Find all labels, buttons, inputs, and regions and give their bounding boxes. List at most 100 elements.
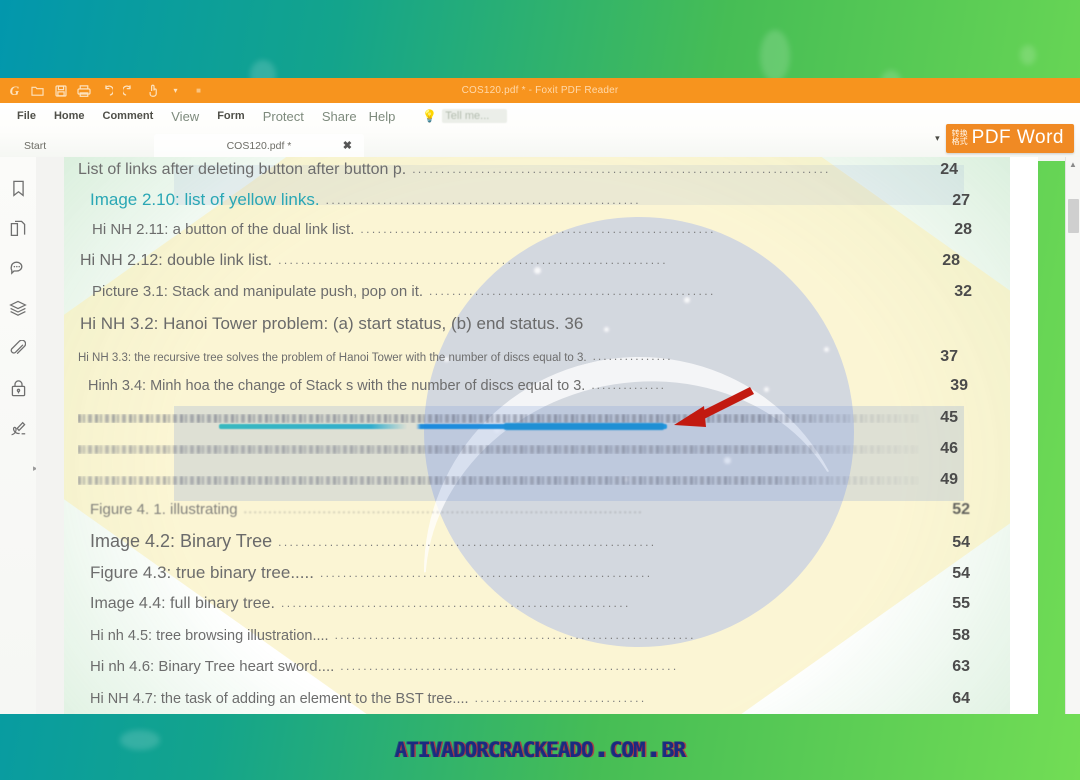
toc-page-number: 27 xyxy=(952,192,970,209)
toc-leader-dots: ........................................… xyxy=(360,222,716,236)
toc-row[interactable]: List of links after deleting button afte… xyxy=(78,161,958,179)
convert-pdf-to-word-button[interactable]: 转换 格式 PDF Word xyxy=(945,124,1074,153)
badge-label: PDF Word xyxy=(971,127,1064,148)
toc-page-number: 28 xyxy=(954,221,972,238)
toc-entry-label: Image 2.10: list of yellow links. xyxy=(90,190,320,209)
comments-icon[interactable] xyxy=(6,256,30,280)
menu-item-view[interactable]: View xyxy=(162,107,208,126)
toc-page-number: 37 xyxy=(940,348,958,365)
document-tab-strip: Start COS120.pdf * ✖ xyxy=(0,129,1080,157)
toc-page-number: 32 xyxy=(954,283,972,300)
toc-row[interactable]: Hi NH 3.2: Hanoi Tower problem: (a) star… xyxy=(80,314,960,334)
scroll-up-arrow-icon[interactable]: ▲ xyxy=(1069,160,1077,169)
bookmarks-icon[interactable] xyxy=(6,176,30,200)
toc-row[interactable]: Hi nh 4.5: tree browsing illustration...… xyxy=(90,627,970,645)
toc-row[interactable]: Hi NH 2.12: double link list. ..........… xyxy=(80,252,960,270)
toc-entry-label: Hi NH 2.11: a button of the dual link li… xyxy=(92,221,355,238)
menu-item-protect[interactable]: Protect xyxy=(254,107,313,126)
toc-page-number: 28 xyxy=(942,252,960,269)
toc-leader-dots: ........................................… xyxy=(278,535,657,549)
tell-me-search[interactable]: 💡 Tell me... xyxy=(422,109,508,123)
toc-leader-dots: ........................................… xyxy=(278,253,669,267)
toc-page-number: 52 xyxy=(952,501,970,518)
redo-icon[interactable] xyxy=(119,81,140,101)
tab-overflow-caret-icon[interactable]: ▾ xyxy=(935,133,940,144)
toc-row[interactable]: Hi NH 4.7: the task of adding an element… xyxy=(90,690,970,708)
toc-row[interactable]: Image 4.4: full binary tree. ...........… xyxy=(90,595,970,613)
attachments-icon[interactable] xyxy=(6,336,30,360)
quick-access-more-icon[interactable]: ■ xyxy=(188,81,209,101)
toc-leader-dots: ............... xyxy=(592,349,673,363)
toc-page-number: 64 xyxy=(952,690,970,707)
toc-leader-dots: ........................................… xyxy=(429,284,716,298)
toc-row[interactable]: Picture 3.1: Stack and manipulate push, … xyxy=(92,283,972,301)
toc-entry-label: Hi nh 4.6: Binary Tree heart sword.... xyxy=(90,658,335,675)
toc-row[interactable]: 46 xyxy=(78,440,958,458)
tell-me-placeholder: Tell me... xyxy=(442,109,508,123)
toc-leader-dots: ........................................… xyxy=(412,162,831,176)
watermark-text: ativadorcrackeado.com.br xyxy=(394,729,686,765)
pdf-page: List of links after deleting button afte… xyxy=(64,157,1010,714)
toc-row[interactable]: Hi NH 2.11: a button of the dual link li… xyxy=(92,221,972,239)
toc-page-number: 55 xyxy=(952,595,970,612)
toc-entry-label: Figure 4.3: true binary tree..... xyxy=(90,563,314,582)
open-file-icon[interactable] xyxy=(27,81,48,101)
red-arrow-annotation xyxy=(660,385,756,438)
scrollbar-thumb[interactable] xyxy=(1068,199,1079,233)
toc-page-number: 63 xyxy=(952,658,970,675)
toc-row[interactable]: Figure 4. 1. illustrating ..............… xyxy=(90,501,970,519)
save-icon[interactable] xyxy=(50,81,71,101)
illegible-text xyxy=(78,475,920,485)
toc-row[interactable]: 49 xyxy=(78,471,958,489)
vertical-scrollbar[interactable]: ▲ xyxy=(1065,157,1080,714)
illegible-text xyxy=(78,413,920,423)
signatures-icon[interactable] xyxy=(6,416,30,440)
layers-icon[interactable] xyxy=(6,296,30,320)
menu-item-file[interactable]: File xyxy=(8,108,45,124)
toc-entry-label: List of links after deleting button afte… xyxy=(78,161,407,178)
lightbulb-icon: 💡 xyxy=(422,109,438,123)
document-view[interactable]: List of links after deleting button afte… xyxy=(36,157,1038,714)
title-bar: G ▾ ■ COS120.pdf * - Foxit PDF Reader xyxy=(0,78,1080,103)
toc-page-number: 54 xyxy=(952,565,970,582)
toc-row[interactable]: Hi nh 4.6: Binary Tree heart sword.... .… xyxy=(90,658,970,676)
touch-mode-icon[interactable] xyxy=(142,81,163,101)
tab-strip-right-controls: ▾ 转换 格式 PDF Word xyxy=(935,124,1074,153)
toc-entry-label: Hi NH 4.7: the task of adding an element… xyxy=(90,691,469,707)
menu-item-home[interactable]: Home xyxy=(45,108,94,124)
menu-item-form[interactable]: Form xyxy=(208,108,254,124)
menu-bar: File Home Comment View Form Protect Shar… xyxy=(0,103,1080,129)
page-gutter xyxy=(36,157,64,714)
table-of-contents: List of links after deleting button afte… xyxy=(64,157,1010,714)
toc-page-number: 46 xyxy=(940,440,958,457)
toc-row[interactable]: Image 2.10: list of yellow links. ......… xyxy=(90,190,970,210)
quick-access-toolbar: G ▾ ■ xyxy=(0,81,209,101)
toc-row[interactable]: Figure 4.3: true binary tree..... ......… xyxy=(90,563,970,583)
watermark-banner: ativadorcrackeado.com.br xyxy=(0,714,1080,780)
toc-entry-label: Hinh 3.4: Minh hoa the change of Stack s… xyxy=(88,378,586,394)
menu-item-comment[interactable]: Comment xyxy=(94,108,163,124)
undo-icon[interactable] xyxy=(96,81,117,101)
menu-item-share[interactable]: Share xyxy=(313,107,366,126)
security-icon[interactable] xyxy=(6,376,30,400)
print-icon[interactable] xyxy=(73,81,94,101)
toc-row[interactable]: Image 4.2: Binary Tree .................… xyxy=(90,531,970,552)
toc-page-number: 58 xyxy=(952,627,970,644)
close-tab-icon[interactable]: ✖ xyxy=(343,139,352,152)
quick-access-caret-icon[interactable]: ▾ xyxy=(165,81,186,101)
toc-leader-dots: ........................................… xyxy=(334,628,696,642)
toc-page-number: 24 xyxy=(940,161,958,178)
toc-entry-label: Image 4.4: full binary tree. xyxy=(90,595,275,612)
toc-entry-label: Hi nh 4.5: tree browsing illustration...… xyxy=(90,628,329,644)
page-thumbnails-icon[interactable] xyxy=(6,216,30,240)
toc-page-number: 54 xyxy=(952,534,970,551)
toc-row[interactable]: Hi NH 3.3: the recursive tree solves the… xyxy=(78,348,958,366)
navigation-panel-rail xyxy=(0,157,36,714)
tab-start[interactable]: Start xyxy=(14,134,154,157)
toc-entry-label: Figure 4. 1. illustrating xyxy=(90,501,238,518)
foxit-logo-icon[interactable]: G xyxy=(4,81,25,101)
menu-item-help[interactable]: Help xyxy=(360,107,405,126)
toc-entry-label: Image 4.2: Binary Tree xyxy=(90,531,273,551)
tab-cos120-pdf[interactable]: COS120.pdf * ✖ xyxy=(154,134,364,157)
toc-row[interactable]: Hinh 3.4: Minh hoa the change of Stack s… xyxy=(88,377,968,395)
